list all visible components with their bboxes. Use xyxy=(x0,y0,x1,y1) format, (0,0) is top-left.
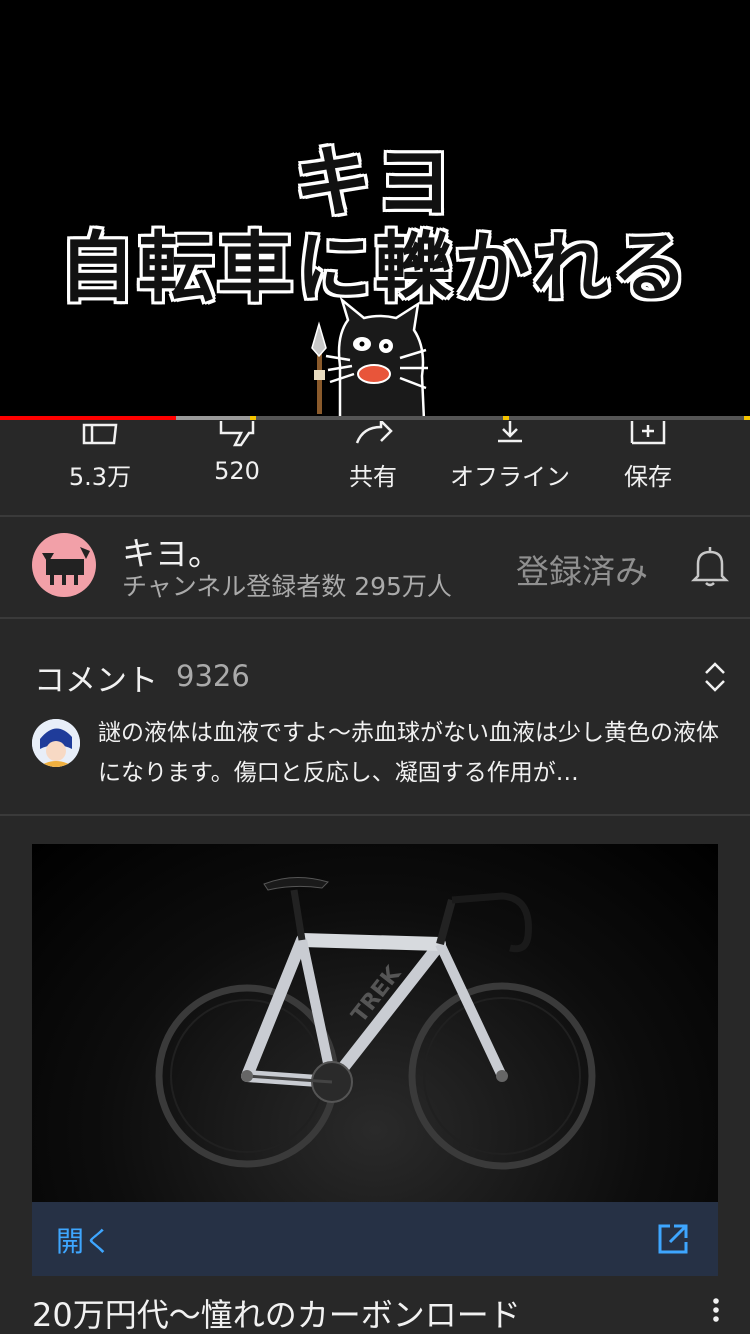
comments-count: 9326 xyxy=(176,659,250,693)
subscribed-button[interactable]: 登録済み xyxy=(516,545,648,593)
ad-card[interactable]: TREK 開く xyxy=(32,844,718,1276)
top-comment-text: 謎の液体は血液ですよ〜赤血球がない血液は少し黄色の液体になります。傷口と反応し、… xyxy=(98,720,719,786)
channel-avatar[interactable] xyxy=(32,533,96,597)
video-actions-row: 5.3万 520 共有 オフライン 保存 xyxy=(0,421,750,515)
dislike-button[interactable]: 520 xyxy=(167,421,307,515)
save-icon xyxy=(630,421,666,445)
divider xyxy=(0,814,750,816)
cat-logo-icon xyxy=(42,547,90,585)
channel-row[interactable]: キヨ。 チャンネル登録者数 295万人 登録済み xyxy=(0,517,750,617)
thumbs-down-icon xyxy=(219,421,255,447)
commenter-avatar xyxy=(32,719,80,767)
progress-played xyxy=(0,416,177,420)
expand-collapse-icon[interactable] xyxy=(702,661,728,693)
download-button[interactable]: オフライン xyxy=(440,421,580,515)
comments-title: コメント xyxy=(34,663,158,699)
save-button[interactable]: 保存 xyxy=(578,421,718,515)
ad-title[interactable]: 20万円代〜憧れのカーボンロード xyxy=(32,1290,521,1334)
like-button[interactable]: 5.3万 xyxy=(30,421,170,515)
road-bike-illustration: TREK xyxy=(155,876,596,1170)
anime-avatar-icon xyxy=(32,719,80,767)
download-label: オフライン xyxy=(450,463,570,491)
share-button[interactable]: 共有 xyxy=(303,421,443,515)
subscriber-count: チャンネル登録者数 295万人 xyxy=(122,572,452,601)
ad-action-bar[interactable]: 開く xyxy=(32,1202,718,1276)
bell-icon[interactable] xyxy=(690,544,730,588)
cat-mascot-illustration xyxy=(311,296,428,420)
more-options-icon[interactable] xyxy=(704,1296,728,1326)
ad-bike-image[interactable]: TREK xyxy=(32,844,718,1202)
download-icon xyxy=(498,421,522,443)
chapter-marker xyxy=(250,416,256,420)
thumbs-up-icon xyxy=(82,423,118,445)
share-label: 共有 xyxy=(349,463,397,491)
video-player[interactable]: キヨ 自転車に轢かれる xyxy=(0,0,750,420)
video-progress-bar[interactable] xyxy=(0,416,750,420)
save-label: 保存 xyxy=(624,463,672,491)
ad-open-link[interactable]: 開く xyxy=(56,1220,112,1260)
comments-section[interactable]: コメント 9326 謎の液体は血液ですよ〜赤血球がない血液は少し黄色の液体になり… xyxy=(0,619,750,814)
dislike-count: 520 xyxy=(214,457,260,485)
like-count: 5.3万 xyxy=(68,463,132,491)
share-icon xyxy=(355,421,393,444)
external-link-icon[interactable] xyxy=(656,1222,690,1256)
chapter-marker xyxy=(744,416,750,420)
chapter-marker xyxy=(503,416,509,420)
